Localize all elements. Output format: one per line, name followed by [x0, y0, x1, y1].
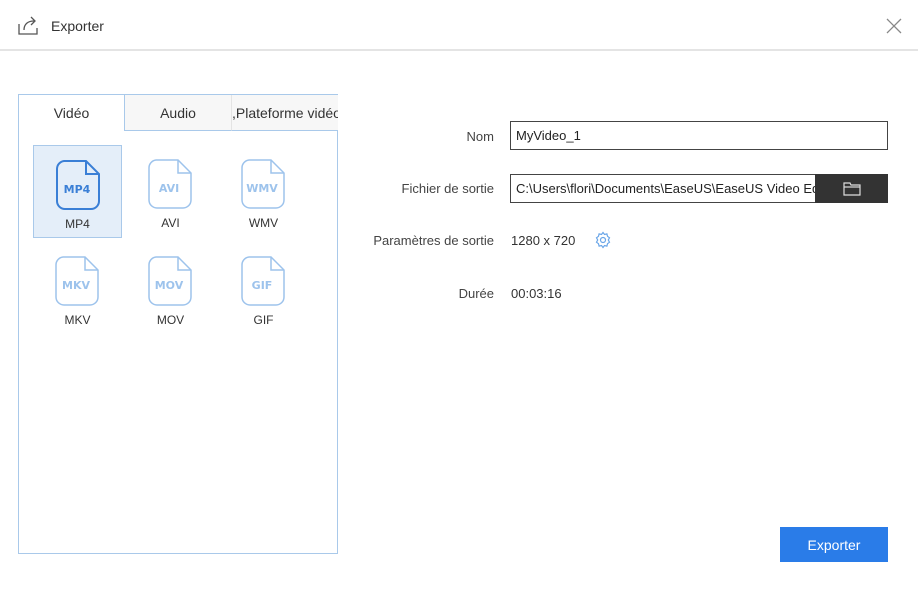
file-wmv-icon: WMV	[241, 159, 285, 209]
svg-text:MP4: MP4	[64, 183, 91, 196]
output-path-input[interactable]: C:\Users\flori\Documents\EaseUS\EaseUS V…	[510, 174, 816, 203]
tab-video-platform[interactable]: ,Plateforme vidéo	[232, 95, 338, 131]
browse-folder-button[interactable]	[815, 174, 888, 203]
file-mov-icon: MOV	[148, 256, 192, 306]
svg-text:MOV: MOV	[155, 279, 184, 292]
svg-text:MKV: MKV	[62, 279, 90, 292]
name-label: Nom	[466, 129, 494, 144]
output-params-value: 1280 x 720	[511, 233, 576, 248]
close-icon[interactable]	[885, 17, 903, 35]
format-panel: Vidéo Audio ,Plateforme vidéo MP4 MP4 AVI A…	[18, 94, 338, 554]
tab-audio[interactable]: Audio	[125, 95, 232, 131]
format-tile-avi[interactable]: AVI AVI	[126, 145, 215, 238]
file-mp4-icon: MP4	[56, 160, 100, 210]
format-tile-wmv[interactable]: WMV WMV	[219, 145, 308, 238]
format-label: GIF	[253, 313, 274, 327]
format-tile-mkv[interactable]: MKV MKV	[33, 242, 122, 335]
dialog-title: Exporter	[51, 18, 104, 34]
output-file-label: Fichier de sortie	[401, 181, 494, 196]
format-label: MP4	[65, 217, 90, 231]
svg-text:GIF: GIF	[252, 279, 273, 292]
file-mkv-icon: MKV	[55, 256, 99, 306]
format-label: MKV	[64, 313, 91, 327]
dialog-header: Exporter	[0, 0, 918, 51]
format-label: WMV	[248, 216, 279, 230]
format-tile-gif[interactable]: GIF GIF	[219, 242, 308, 335]
format-label: MOV	[156, 313, 185, 327]
file-avi-icon: AVI	[148, 159, 192, 209]
output-params-label: Paramètres de sortie	[373, 233, 494, 248]
file-gif-icon: GIF	[241, 256, 285, 306]
export-button[interactable]: Exporter	[780, 527, 888, 562]
svg-text:WMV: WMV	[246, 182, 278, 195]
settings-gear-icon[interactable]	[594, 231, 612, 249]
tab-video[interactable]: Vidéo	[19, 95, 125, 131]
format-tile-mp4[interactable]: MP4 MP4	[33, 145, 122, 238]
folder-icon	[843, 182, 861, 196]
duration-label: Durée	[458, 286, 494, 301]
format-label: AVI	[161, 216, 180, 230]
export-icon	[18, 16, 38, 35]
duration-value: 00:03:16	[511, 286, 562, 301]
format-tile-mov[interactable]: MOV MOV	[126, 242, 215, 335]
name-input[interactable]: MyVideo_1	[510, 121, 888, 150]
svg-text:AVI: AVI	[159, 182, 179, 195]
